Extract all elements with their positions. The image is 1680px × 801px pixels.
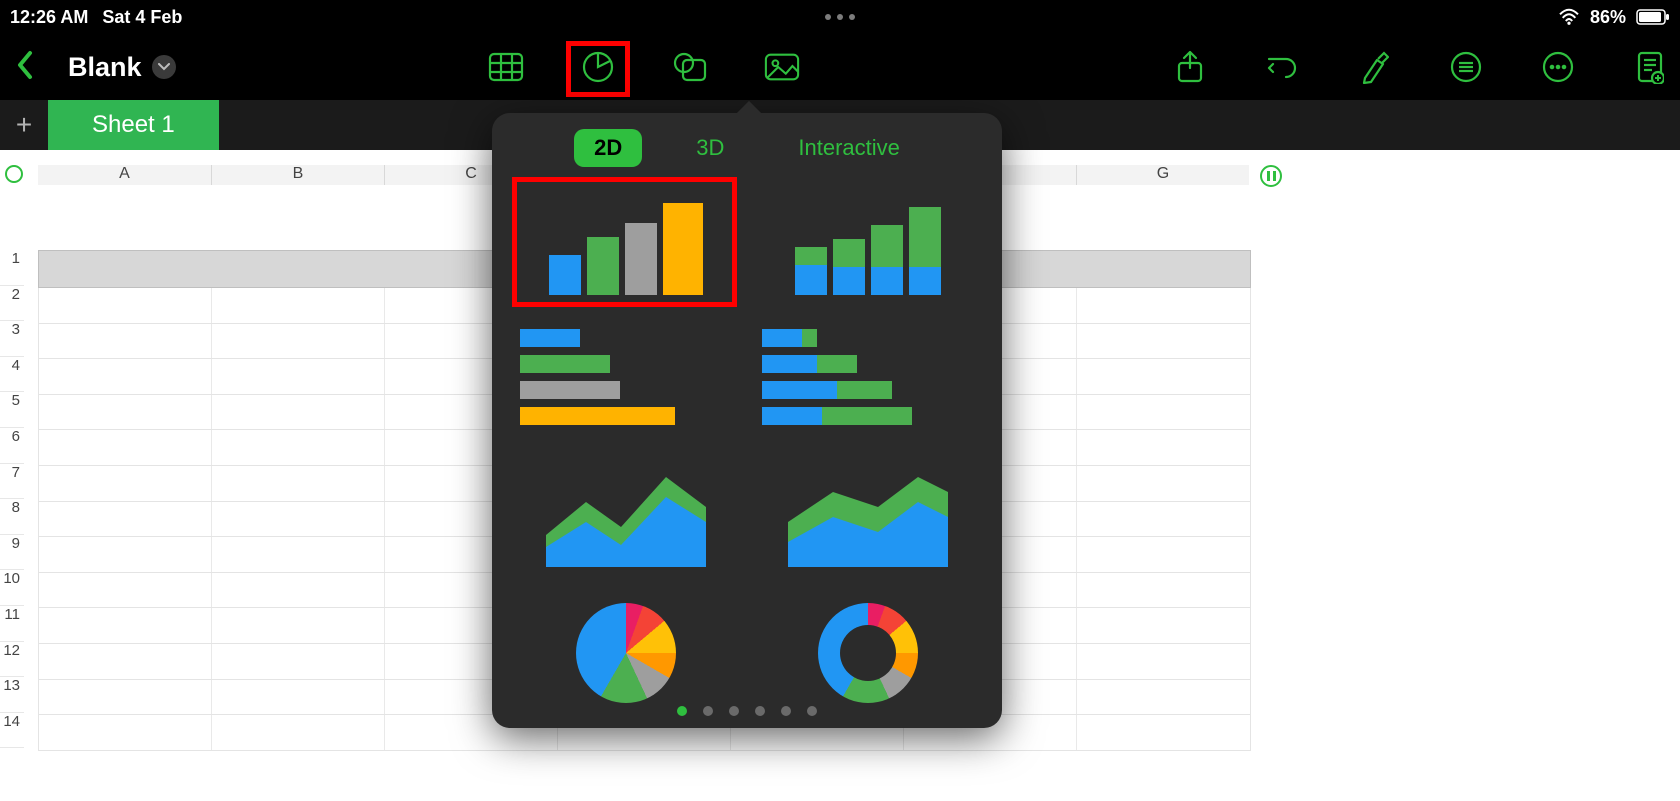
chart-option-stacked-column[interactable]: [762, 185, 974, 295]
add-sheet-button[interactable]: +: [0, 100, 48, 150]
chart-option-pie[interactable]: [520, 593, 732, 703]
row-header[interactable]: 4: [0, 357, 24, 393]
segment-label: 2D: [594, 135, 622, 160]
cell-actions-button[interactable]: [1448, 49, 1484, 85]
row-header[interactable]: 13: [0, 677, 24, 713]
chart-option-stacked-bar[interactable]: [762, 321, 974, 431]
sheet-tab-label: Sheet 1: [92, 111, 175, 139]
format-brush-button[interactable]: [1356, 49, 1392, 85]
chart-dimension-segment: 2D 3D Interactive: [520, 129, 974, 167]
insert-group: [488, 49, 800, 85]
sheet-tab[interactable]: Sheet 1: [48, 100, 219, 150]
battery-icon: [1636, 9, 1670, 25]
status-date: Sat 4 Feb: [102, 7, 182, 28]
chart-thumbnail-grid: [520, 185, 974, 703]
row-header[interactable]: 3: [0, 321, 24, 357]
document-title[interactable]: Blank: [68, 52, 142, 83]
battery-percent: 86%: [1590, 7, 1626, 28]
page-dot[interactable]: [703, 706, 713, 716]
col-header[interactable]: G: [1076, 165, 1249, 185]
more-button[interactable]: [1540, 49, 1576, 85]
segment-3d[interactable]: 3D: [676, 129, 744, 167]
row-header[interactable]: 14: [0, 713, 24, 749]
row-header[interactable]: 5: [0, 392, 24, 428]
row-header[interactable]: 8: [0, 499, 24, 535]
row-header[interactable]: 6: [0, 428, 24, 464]
title-menu-button[interactable]: [152, 55, 176, 79]
insert-shape-button[interactable]: [672, 49, 708, 85]
select-all-handle[interactable]: [5, 165, 23, 183]
row-headers[interactable]: 1 2 3 4 5 6 7 8 9 10 11 12 13 14: [0, 250, 24, 748]
page-dot[interactable]: [729, 706, 739, 716]
status-bar: 12:26 AM Sat 4 Feb 86%: [0, 0, 1680, 34]
segment-label: 3D: [696, 135, 724, 160]
row-header[interactable]: 10: [0, 570, 24, 606]
segment-label: Interactive: [798, 135, 900, 160]
page-dot[interactable]: [781, 706, 791, 716]
chart-option-bar[interactable]: [520, 321, 732, 431]
segment-interactive[interactable]: Interactive: [778, 129, 920, 167]
insert-media-button[interactable]: [764, 49, 800, 85]
toolbar: Blank: [0, 34, 1680, 100]
segment-2d[interactable]: 2D: [574, 129, 642, 167]
row-header[interactable]: 1: [0, 250, 24, 286]
row-header[interactable]: 11: [0, 606, 24, 642]
wifi-icon: [1558, 8, 1580, 26]
chart-option-area[interactable]: [520, 457, 732, 567]
page-dot[interactable]: [807, 706, 817, 716]
multitask-dots-icon[interactable]: [825, 14, 855, 20]
insert-chart-button[interactable]: [580, 49, 616, 85]
row-header[interactable]: 7: [0, 464, 24, 500]
chart-option-column[interactable]: [520, 185, 732, 295]
col-header[interactable]: B: [211, 165, 384, 185]
row-header[interactable]: 2: [0, 286, 24, 322]
action-group: [1172, 49, 1668, 85]
page-indicator[interactable]: [492, 706, 1002, 716]
chart-picker-popover: 2D 3D Interactive: [492, 113, 1002, 728]
undo-button[interactable]: [1264, 49, 1300, 85]
new-record-button[interactable]: [1632, 49, 1668, 85]
row-header[interactable]: 9: [0, 535, 24, 571]
row-header[interactable]: 12: [0, 642, 24, 678]
popover-arrow-icon: [737, 101, 761, 113]
column-add-handle[interactable]: [1260, 165, 1282, 187]
share-button[interactable]: [1172, 49, 1208, 85]
col-header[interactable]: A: [38, 165, 211, 185]
page-dot[interactable]: [755, 706, 765, 716]
chart-option-stacked-area[interactable]: [762, 457, 974, 567]
page-dot[interactable]: [677, 706, 687, 716]
status-time: 12:26 AM: [10, 7, 88, 28]
insert-table-button[interactable]: [488, 49, 524, 85]
back-button[interactable]: [12, 44, 38, 91]
chart-option-donut[interactable]: [762, 593, 974, 703]
